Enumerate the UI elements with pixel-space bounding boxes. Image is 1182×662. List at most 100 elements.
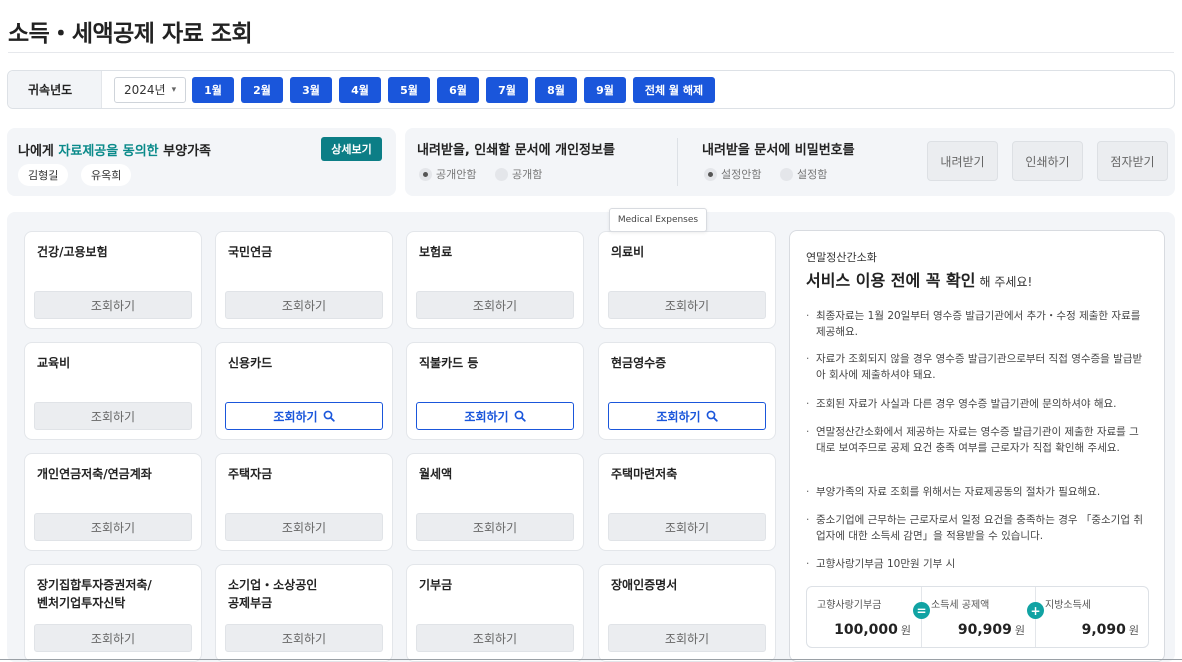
- lookup-button[interactable]: 조회하기: [608, 291, 766, 319]
- month-button-3[interactable]: 3월: [290, 76, 332, 103]
- lookup-button-label: 조회하기: [281, 298, 327, 313]
- category-name: 신용카드: [228, 356, 273, 370]
- lookup-button[interactable]: 조회하기: [34, 624, 192, 652]
- lookup-button-label: 조회하기: [464, 409, 509, 424]
- radio-password-off[interactable]: 설정안함: [704, 166, 761, 182]
- radio-personal-hide[interactable]: 공개안함: [419, 166, 476, 182]
- category-name: 월세액: [419, 467, 453, 481]
- category-name: 직불카드 등: [419, 356, 479, 370]
- search-icon: [514, 410, 526, 422]
- month-button-7[interactable]: 7월: [486, 76, 528, 103]
- lookup-button-label: 조회하기: [472, 520, 518, 535]
- category-card: 국민연금조회하기: [215, 231, 393, 329]
- bottom-divider: [0, 659, 1182, 660]
- document-options-box: 내려받을, 인쇄할 문서에 개인정보를 공개안함 공개함 내려받을 문서에 비밀…: [405, 128, 1175, 196]
- donation-calc-table: 고향사랑기부금 100,000 원 소득세 공제액 90,909 원 지방소득세 9…: [806, 586, 1149, 648]
- month-button-9[interactable]: 9월: [584, 76, 626, 103]
- category-card: 의료비 조회하기: [598, 231, 776, 329]
- category-name: 현금영수증: [611, 356, 667, 370]
- month-button-6[interactable]: 6월: [437, 76, 479, 103]
- lookup-button[interactable]: 조회하기: [225, 291, 383, 319]
- consent-text-prefix: 나에게: [18, 144, 59, 159]
- notice-bullet: 연말정산간소화에서 제공하는 자료는 영수증 발급기관이 제출한 자료를 그대로…: [804, 425, 1144, 456]
- radio-unselected-icon: [495, 167, 508, 181]
- calc-unit: 원: [1014, 624, 1025, 637]
- lookup-button-label: 조회하기: [664, 631, 710, 646]
- lookup-button-label: 조회하기: [90, 298, 136, 313]
- lookup-button[interactable]: 조회하기: [416, 402, 574, 430]
- lookup-button-label: 조회하기: [90, 631, 136, 646]
- radio-label: 설정안함: [721, 168, 762, 181]
- family-chip[interactable]: 유옥희: [81, 164, 132, 186]
- consent-text: 나에게 자료제공을 동의한 부양가족: [18, 140, 211, 159]
- calc-cell-local-tax: 지방소득세 9,090 원: [1035, 587, 1149, 647]
- notice-headline-tail: 해 주세요!: [979, 275, 1033, 289]
- category-name: 장애인증명서: [611, 578, 678, 592]
- braille-button[interactable]: 점자받기: [1097, 141, 1168, 181]
- category-card: 교육비조회하기: [24, 342, 202, 440]
- notice-bullet: 부양가족의 자료 조회를 위해서는 자료제공동의 절차가 필요해요.: [804, 485, 1144, 501]
- category-card: 주택마련저축 조회하기: [598, 453, 776, 551]
- category-name: 교육비: [37, 356, 71, 370]
- category-card: 보험료 조회하기: [406, 231, 584, 329]
- year-select-value: 2024년: [124, 83, 166, 97]
- lookup-button[interactable]: 조회하기: [225, 513, 383, 541]
- radio-label: 설정함: [797, 168, 828, 181]
- radio-unselected-icon: [780, 167, 793, 181]
- calc-label: 고향사랑기부금: [817, 600, 882, 611]
- month-button-4[interactable]: 4월: [339, 76, 381, 103]
- notice-headline-main: 서비스 이용 전에 꼭 확인: [806, 271, 976, 290]
- calc-label: 소득세 공제액: [931, 600, 990, 611]
- chevron-down-icon: ▾: [171, 84, 177, 95]
- lookup-button[interactable]: 조회하기: [416, 624, 574, 652]
- month-button-1[interactable]: 1월: [192, 76, 234, 103]
- consent-highlight: 자료제공을 동의한: [58, 144, 159, 159]
- lookup-button-label: 조회하기: [664, 298, 710, 313]
- consent-family-box: 나에게 자료제공을 동의한 부양가족 상세보기 김형길 유옥희: [7, 128, 396, 196]
- download-button[interactable]: 내려받기: [927, 141, 998, 181]
- lookup-button[interactable]: 조회하기: [416, 513, 574, 541]
- family-chip[interactable]: 김형길: [18, 164, 69, 186]
- lookup-button[interactable]: 조회하기: [608, 402, 766, 430]
- category-card: 월세액조회하기: [406, 453, 584, 551]
- notice-headline: 서비스 이용 전에 꼭 확인 해 주세요!: [806, 267, 1032, 291]
- lookup-button[interactable]: 조회하기: [225, 624, 383, 652]
- password-heading: 내려받을 문서에 비밀번호를: [702, 143, 855, 158]
- lookup-button[interactable]: 조회하기: [225, 402, 383, 430]
- category-name: 소기업・소상공인 공제부금: [228, 578, 318, 610]
- detail-view-button[interactable]: 상세보기: [321, 137, 382, 161]
- calc-unit: 원: [900, 624, 911, 637]
- calc-amount-value: 90,909: [957, 622, 1012, 638]
- radio-selected-icon: [419, 167, 432, 181]
- month-button-2[interactable]: 2월: [241, 76, 283, 103]
- options-divider: [677, 138, 678, 186]
- category-card: 개인연금저축/연금계좌 조회하기: [24, 453, 202, 551]
- clear-all-months-button[interactable]: 전체 월 해제: [633, 76, 715, 103]
- calc-cell-donation: 고향사랑기부금 100,000 원: [807, 587, 921, 647]
- calc-cell-income-tax: 소득세 공제액 90,909 원: [921, 587, 1035, 647]
- year-filter-bar: 귀속년도 2024년 ▾ 1월 2월 3월 4월 5월 6월 7월 8월 9월 …: [7, 70, 1175, 109]
- month-button-8[interactable]: 8월: [535, 76, 577, 103]
- lookup-button-label: 조회하기: [664, 520, 710, 535]
- lookup-button[interactable]: 조회하기: [416, 291, 574, 319]
- calc-unit: 원: [1128, 624, 1139, 637]
- radio-password-on[interactable]: 설정함: [780, 166, 827, 182]
- equals-icon: =: [913, 602, 930, 619]
- lookup-button[interactable]: 조회하기: [34, 402, 192, 430]
- lookup-button[interactable]: 조회하기: [608, 624, 766, 652]
- radio-personal-show[interactable]: 공개함: [495, 166, 542, 182]
- search-icon: [323, 410, 335, 422]
- year-select[interactable]: 2024년 ▾: [114, 76, 186, 103]
- lookup-button[interactable]: 조회하기: [34, 291, 192, 319]
- category-card: 현금영수증조회하기: [598, 342, 776, 440]
- notice-bullet: 고향사랑기부금 10만원 기부 시: [804, 557, 1144, 573]
- lookup-button-label: 조회하기: [90, 409, 136, 424]
- notice-bullet: 중소기업에 근무하는 근로자로서 일정 요건을 충족하는 경우 「중소기업 취업…: [804, 513, 1144, 544]
- lookup-button[interactable]: 조회하기: [34, 513, 192, 541]
- category-card: 주택자금 조회하기: [215, 453, 393, 551]
- month-button-5[interactable]: 5월: [388, 76, 430, 103]
- category-name: 국민연금: [228, 245, 273, 259]
- print-button[interactable]: 인쇄하기: [1012, 141, 1083, 181]
- month-buttons: 1월 2월 3월 4월 5월 6월 7월 8월 9월 전체 월 해제: [192, 76, 722, 103]
- lookup-button[interactable]: 조회하기: [608, 513, 766, 541]
